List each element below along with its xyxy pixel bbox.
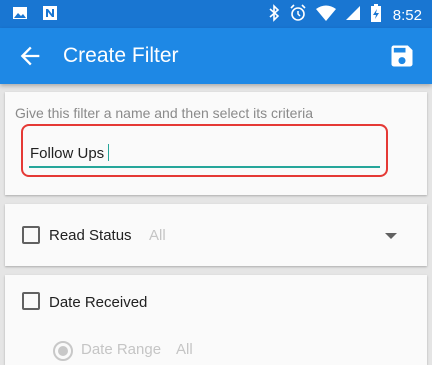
name-hint-label: Give this filter a name and then select … — [15, 105, 314, 121]
read-status-card: Read Status All — [5, 204, 427, 266]
battery-icon — [370, 4, 382, 26]
text-cursor — [108, 144, 109, 161]
filter-name-input[interactable] — [29, 140, 380, 168]
read-status-label: Read Status — [49, 227, 132, 244]
date-range-label: Date Range — [81, 341, 162, 358]
read-status-checkbox[interactable] — [22, 226, 40, 244]
read-status-dropdown-arrow-icon[interactable] — [385, 233, 397, 239]
signal-icon — [345, 5, 361, 25]
date-received-checkbox[interactable] — [22, 292, 40, 310]
date-received-label: Date Received — [49, 294, 148, 311]
status-bar: 8:52 — [0, 0, 432, 28]
back-arrow-icon[interactable] — [16, 42, 44, 70]
bluetooth-icon — [268, 4, 280, 26]
n-app-icon — [42, 5, 58, 26]
app-bar: Create Filter — [0, 28, 432, 84]
read-status-value[interactable]: All — [149, 227, 166, 244]
wifi-icon — [315, 5, 336, 25]
alarm-icon — [289, 4, 307, 26]
image-icon — [12, 5, 28, 26]
date-range-value[interactable]: All — [176, 341, 193, 358]
filter-name-card: Give this filter a name and then select … — [5, 92, 427, 195]
clock-time: 8:52 — [392, 6, 422, 24]
page-title: Create Filter — [63, 44, 179, 67]
save-icon[interactable] — [388, 42, 416, 70]
date-received-card: Date Received Date Range All — [5, 275, 427, 365]
date-range-radio[interactable] — [53, 341, 73, 361]
